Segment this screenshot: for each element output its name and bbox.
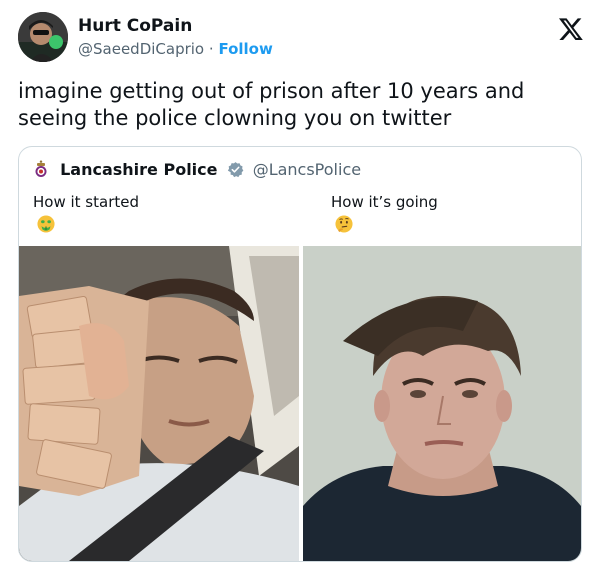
avatar[interactable] bbox=[18, 12, 68, 62]
how-it-started-photo[interactable] bbox=[19, 246, 299, 561]
how-its-going-photo[interactable] bbox=[303, 246, 581, 561]
quoted-tweet[interactable]: Lancashire Police @LancsPolice How it st… bbox=[18, 146, 582, 562]
thinking-face-emoji-icon bbox=[335, 215, 353, 233]
handle-separator: · bbox=[208, 40, 214, 58]
tweet-text: imagine getting out of prison after 10 y… bbox=[18, 79, 525, 130]
verified-badge-icon bbox=[227, 161, 244, 178]
author-display-name[interactable]: Hurt CoPain bbox=[78, 16, 273, 37]
money-mouth-face-emoji-icon bbox=[37, 215, 55, 233]
quoted-tweet-header: Lancashire Police @LancsPolice bbox=[33, 159, 361, 181]
author-handle[interactable]: @SaeedDiCaprio bbox=[78, 40, 204, 58]
quoted-display-name[interactable]: Lancashire Police bbox=[60, 160, 217, 179]
left-caption-text: How it started bbox=[33, 193, 139, 211]
tweet-header: Hurt CoPain @SaeedDiCaprio · Follow bbox=[18, 12, 584, 68]
follow-button[interactable]: Follow bbox=[218, 40, 272, 58]
x-logo-icon[interactable] bbox=[558, 16, 584, 42]
how-it-started-caption: How it started bbox=[33, 191, 153, 235]
police-crest-icon bbox=[33, 160, 49, 178]
right-caption-text: How it’s going bbox=[331, 193, 438, 211]
author-info: Hurt CoPain @SaeedDiCaprio · Follow bbox=[78, 16, 273, 59]
tweet-card: Hurt CoPain @SaeedDiCaprio · Follow imag… bbox=[0, 0, 600, 564]
handle-row: @SaeedDiCaprio · Follow bbox=[78, 39, 273, 59]
how-its-going-caption: How it’s going bbox=[331, 191, 451, 235]
quoted-handle[interactable]: @LancsPolice bbox=[253, 160, 361, 179]
